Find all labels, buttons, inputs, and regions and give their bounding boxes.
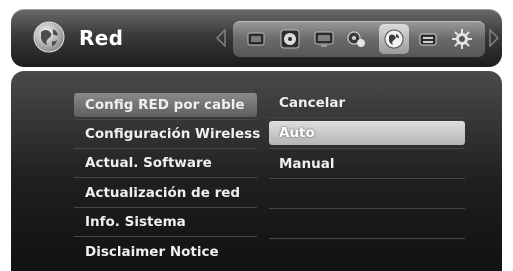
disc-icon[interactable]	[279, 28, 301, 50]
settings-panel: Config RED por cable Configuración Wirel…	[11, 71, 502, 271]
page-title: Red	[79, 26, 124, 50]
divider	[269, 238, 465, 239]
option-cancel[interactable]: Cancelar	[269, 91, 465, 115]
movie-icon[interactable]	[245, 28, 267, 50]
menu-item-network-update[interactable]: Actualización de red	[74, 181, 257, 205]
divider	[74, 207, 257, 208]
chevron-left-icon[interactable]	[216, 29, 226, 47]
menu-item-system-info[interactable]: Info. Sistema	[74, 210, 257, 234]
divider	[74, 119, 257, 120]
network-globe-icon	[33, 21, 65, 53]
gear-icon[interactable]	[451, 28, 473, 50]
option-manual[interactable]: Manual	[269, 152, 465, 176]
settings-screen: Red Config RED por cable Configuración W…	[0, 0, 513, 271]
lock-icon[interactable]	[417, 28, 439, 50]
divider	[74, 148, 257, 149]
divider	[269, 208, 465, 209]
menu-item-disclaimer[interactable]: Disclaimer Notice	[74, 240, 257, 264]
header-bar: Red	[11, 9, 502, 67]
menu-item-wireless[interactable]: Configuración Wireless	[74, 122, 260, 146]
divider	[74, 236, 257, 237]
monitor-icon[interactable]	[313, 28, 335, 50]
audio-settings-icon[interactable]	[345, 28, 367, 50]
option-auto[interactable]: Auto	[269, 121, 465, 145]
network-globe-icon[interactable]	[383, 28, 405, 50]
divider	[269, 148, 465, 149]
divider	[269, 178, 465, 179]
menu-item-config-red-cable[interactable]: Config RED por cable	[74, 93, 257, 117]
divider	[74, 177, 257, 178]
chevron-right-icon[interactable]	[489, 29, 499, 47]
menu-item-software-update[interactable]: Actual. Software	[74, 151, 257, 175]
divider	[269, 117, 465, 118]
category-tray	[233, 21, 485, 57]
